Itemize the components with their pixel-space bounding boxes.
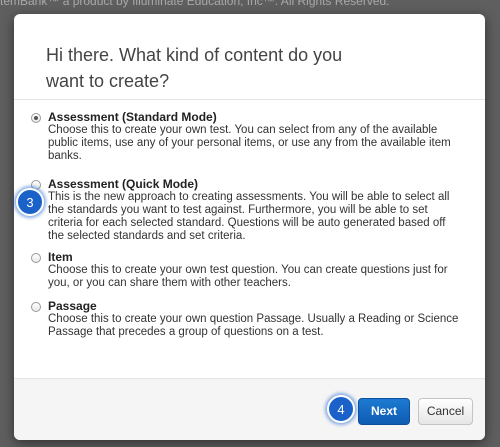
option-description: Choose this to create your own question … [48,313,459,338]
option-description: Choose this to create your own test ques… [48,264,448,289]
option-title[interactable]: Assessment (Quick Mode) [48,177,198,191]
dialog-title: Hi there. What kind of content do you wa… [46,45,343,91]
radio-assessment-standard[interactable] [31,113,41,123]
option-description: Choose this to create your own test. You… [48,124,451,162]
backdrop-footer-text: temBank™ a product by Illuminate Educati… [0,0,390,8]
next-button[interactable]: Next [358,398,410,425]
step-4-badge: 4 [327,395,355,423]
option-title[interactable]: Passage [48,299,97,313]
option-title[interactable]: Assessment (Standard Mode) [48,110,217,124]
option-title[interactable]: Item [48,250,73,264]
step-3-badge: 3 [16,188,44,216]
create-content-dialog: Hi there. What kind of content do you wa… [14,14,485,440]
dialog-footer: Next Cancel [14,378,485,440]
dialog-header: Hi there. What kind of content do you wa… [14,14,485,100]
option-description: This is the new approach to creating ass… [48,191,450,242]
radio-passage[interactable] [31,302,41,312]
radio-item[interactable] [31,253,41,263]
cancel-button[interactable]: Cancel [418,398,473,425]
